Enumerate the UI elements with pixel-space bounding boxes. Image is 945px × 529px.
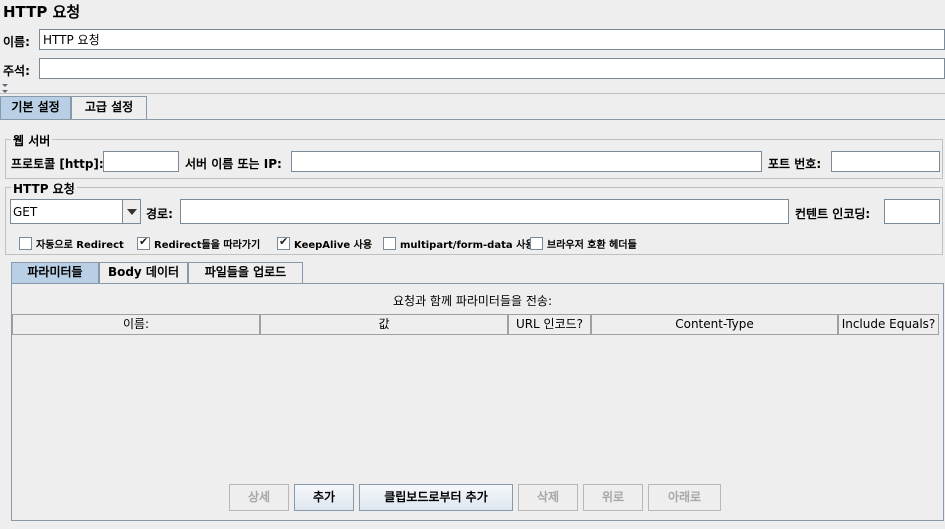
checkbox-keepalive[interactable]: KeepAlive 사용 [277,235,372,251]
add-button[interactable]: 추가 [294,484,354,511]
column-header-content-type[interactable]: Content-Type [591,314,838,335]
column-header-url-encode[interactable]: URL 인코드? [508,314,591,335]
page-title: HTTP 요청 [3,3,81,21]
name-input[interactable] [39,29,945,50]
path-input[interactable] [180,199,789,224]
parameters-table-body[interactable] [12,335,939,475]
move-down-button[interactable]: 아래로 [648,484,721,511]
protocol-input[interactable] [103,151,179,172]
tab-panel-border [0,119,945,120]
port-input[interactable] [831,151,940,172]
protocol-label: 프로토콜 [http]: [11,157,104,171]
collapse-up-icon [2,84,8,87]
server-input[interactable] [291,151,762,172]
add-from-clipboard-button[interactable]: 클립보드로부터 추가 [359,484,513,511]
web-server-title: 웹 서버 [11,132,53,149]
checkbox-box[interactable] [530,237,543,250]
delete-button[interactable]: 삭제 [518,484,578,511]
detail-button[interactable]: 상세 [229,484,289,511]
comment-input[interactable] [39,58,945,79]
tab-body-data[interactable]: Body 데이터 [99,262,188,284]
checkbox-browser-headers[interactable]: 브라우저 호환 헤더들 [530,236,637,251]
tab-basic[interactable]: 기본 설정 [0,96,71,120]
checkbox-box[interactable] [137,235,150,250]
checkbox-follow-redirects[interactable]: Redirect들을 따라가기 [137,235,260,251]
comment-label: 주석: [3,64,30,78]
column-header-value[interactable]: 값 [260,314,508,335]
checkbox-box[interactable] [277,235,290,250]
tab-advanced[interactable]: 고급 설정 [71,96,147,119]
name-label: 이름: [3,35,30,49]
collapse-down-icon [2,90,8,93]
column-header-include-equals[interactable]: Include Equals? [838,314,939,335]
column-header-name[interactable]: 이름: [12,314,260,335]
server-label: 서버 이름 또는 IP: [185,157,282,171]
checkbox-auto-redirect[interactable]: 자동으로 Redirect [19,236,124,251]
tab-file-upload[interactable]: 파일들을 업로드 [188,262,303,284]
split-divider[interactable] [0,84,945,94]
port-label: 포트 번호: [768,157,822,171]
dropdown-arrow-icon[interactable] [122,200,140,223]
path-label: 경로: [146,207,173,221]
checkbox-box[interactable] [383,237,396,250]
move-up-button[interactable]: 위로 [583,484,643,511]
tab-parameters[interactable]: 파라미터들 [11,262,99,285]
encoding-label: 컨텐트 인코딩: [795,207,871,221]
encoding-input[interactable] [884,199,940,224]
params-caption: 요청과 함께 파라미터들을 전송: [392,294,552,308]
checkbox-box[interactable] [19,237,32,250]
checkbox-multipart[interactable]: multipart/form-data 사용 [383,236,534,251]
method-value: GET [13,205,38,219]
http-request-title: HTTP 요청 [11,180,77,197]
method-select[interactable]: GET [10,199,141,224]
